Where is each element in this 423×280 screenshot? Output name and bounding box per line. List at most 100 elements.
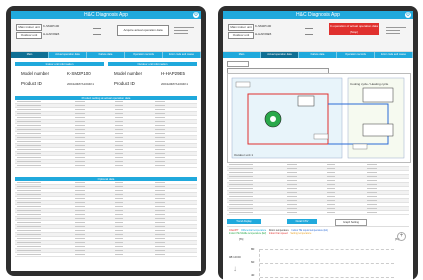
cell-placeholder [115,194,123,195]
tab-operation-records[interactable]: Operation records [337,52,375,58]
cell-placeholder [327,204,335,205]
cell-placeholder [229,164,253,165]
cell-placeholder [367,200,377,201]
cell-placeholder [115,190,123,191]
cell-placeholder [155,113,165,114]
graph-setting-button[interactable]: Graph Setting [335,219,367,226]
cell-placeholder [115,101,123,102]
acquire-data-button[interactable]: Acquire actual operation data [117,25,169,36]
cell-placeholder [17,254,41,255]
outdoor-unit-box[interactable]: Outdoor unit [16,32,42,39]
settings-icon[interactable]: ⚙ [405,12,411,18]
tab-main[interactable]: Main [11,52,49,58]
cell-placeholder [17,121,41,122]
compressor-core [270,116,276,122]
cell-placeholder [75,113,85,114]
main-indoor-unit-label: Main indoor unit [230,25,252,29]
unit-select[interactable] [227,61,249,67]
cell-placeholder [155,161,165,162]
unit-header: Main indoor unit K-SM2P100 Outdoor unit … [11,19,201,52]
stop-operation-button[interactable]: In operation of actual operation data (S… [329,23,379,35]
cell-placeholder [17,117,41,118]
cell-placeholder [17,242,41,243]
sensor-box [313,133,329,140]
cell-placeholder [17,214,41,215]
down-arrow-icon[interactable]: ↓ [233,264,237,273]
tab-operation-records[interactable]: Operation records [125,52,163,58]
cell-placeholder [75,222,85,223]
cell-placeholder [287,200,297,201]
tab-failure-data[interactable]: Failure data [87,52,125,58]
tab-actual-operation-data[interactable]: Actual operation data [261,52,299,58]
main-indoor-unit-box[interactable]: Main indoor unit [228,24,254,31]
optional-data-table [15,181,197,259]
y-tick: 60 [251,260,255,264]
cycle-diagram-svg: Outdoor unit 1 Cooling cycle / Heating c… [231,77,405,159]
settings-icon[interactable]: ⚙ [193,12,199,18]
cell-placeholder [327,184,335,185]
cell-placeholder [17,149,41,150]
cell-placeholder [155,198,165,199]
cell-placeholder [17,250,41,251]
cell-placeholder [17,210,41,211]
cell-placeholder [75,246,85,247]
cell-placeholder [75,105,85,106]
cell-placeholder [327,164,335,165]
cell-placeholder [17,234,41,235]
cell-placeholder [75,190,85,191]
product-id-indoor: 2004H0M7A1004K1 [67,82,95,86]
cell-placeholder [327,168,335,169]
cell-placeholder [115,186,123,187]
cell-placeholder [17,238,41,239]
outdoor-unit-info-header: Outdoor unit information [108,62,197,66]
cell-placeholder [17,109,41,110]
nav-tabs: Main Actual operation data Failure data … [223,52,413,58]
trend-display-button[interactable]: Trend display [227,219,261,224]
main-indoor-unit-box[interactable]: Main indoor unit [16,24,42,31]
cell-placeholder [115,105,123,106]
cell-placeholder [155,149,165,150]
cell-placeholder [75,149,85,150]
cell-placeholder [115,182,123,183]
sensor-box [352,143,368,150]
cell-placeholder [75,129,85,130]
product-id-outdoor: 2004H0M7A1004K1 [161,82,189,86]
cell-placeholder [367,188,377,189]
model-number-outdoor: H-HAP29E5 [161,71,185,76]
tab-main[interactable]: Main [223,52,261,58]
legend-item: Setting temperature [290,232,312,235]
cell-placeholder [75,210,85,211]
tab-error-code[interactable]: Error code and cause [375,52,413,58]
cell-placeholder [229,172,253,173]
trend-chart: Chart/PT Differential temperature Room t… [227,226,409,280]
cell-placeholder [115,133,123,134]
sensor-box [235,81,251,88]
cell-placeholder [155,206,165,207]
cell-placeholder [75,250,85,251]
cell-placeholder [155,109,165,110]
cell-placeholder [75,117,85,118]
cell-placeholder [229,196,253,197]
outdoor-unit-box[interactable]: Outdoor unit [228,32,254,39]
cell-placeholder [287,180,297,181]
tab-failure-data[interactable]: Failure data [299,52,337,58]
cell-placeholder [155,141,165,142]
zoom-in-icon[interactable]: + [397,232,406,241]
cell-placeholder [155,145,165,146]
cell-placeholder [17,190,41,191]
cell-placeholder [115,117,123,118]
cell-placeholder [115,141,123,142]
cell-placeholder [115,206,123,207]
tab-actual-operation-data[interactable]: Actual operation data [49,52,87,58]
product-id-label-outdoor: Product ID [114,81,135,86]
cell-placeholder [155,101,165,102]
product-id-label-indoor: Product ID [21,81,42,86]
cell-placeholder [229,188,253,189]
cell-placeholder [115,202,123,203]
cell-placeholder [229,212,253,213]
cell-placeholder [287,164,297,165]
status-lamps [386,25,406,35]
detail-csv-button[interactable]: Detail CSV [287,219,317,224]
tab-error-code[interactable]: Error code and cause [163,52,201,58]
cell-placeholder [75,226,85,227]
